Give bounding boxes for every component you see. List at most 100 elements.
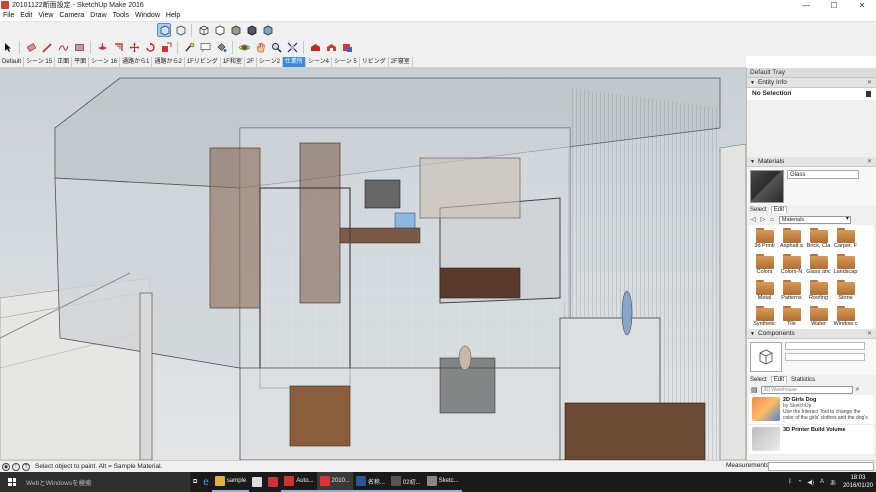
tab-edit[interactable]: Edit: [770, 376, 788, 383]
shaded-textures-style-button[interactable]: [244, 23, 258, 37]
view-options-icon[interactable]: ▤: [751, 386, 758, 394]
scene-tab[interactable]: 1F和室: [221, 56, 245, 67]
material-swatch[interactable]: [750, 170, 784, 203]
entity-info-header[interactable]: ▼ Entity Info ✕: [747, 78, 876, 88]
language-indicator[interactable]: あ: [830, 478, 836, 487]
scene-tab[interactable]: リビング: [360, 56, 389, 67]
material-folder[interactable]: Synthetic: [752, 305, 777, 331]
paint-bucket-icon[interactable]: [214, 40, 228, 54]
component-description-field[interactable]: [785, 353, 865, 361]
extension-warehouse-icon[interactable]: [340, 40, 354, 54]
scene-tab[interactable]: 平面: [72, 56, 90, 67]
zoom-icon[interactable]: [269, 40, 283, 54]
scene-tab[interactable]: 通路から1: [120, 56, 153, 67]
help-icon[interactable]: ?: [22, 462, 30, 471]
material-folder[interactable]: Roofing: [806, 279, 831, 305]
close-icon[interactable]: ✕: [867, 158, 872, 165]
material-folder[interactable]: Brick, Cla: [806, 227, 831, 253]
material-library-select[interactable]: Materials: [778, 215, 851, 224]
taskbar-app-sketch[interactable]: Sketc...: [423, 472, 462, 492]
material-folder[interactable]: Colors-N: [779, 253, 804, 279]
menu-window[interactable]: Window: [132, 12, 163, 19]
scale-icon[interactable]: [159, 40, 173, 54]
tab-statistics[interactable]: Statistics: [791, 377, 815, 383]
credits-icon[interactable]: !: [12, 462, 20, 471]
scene-tab[interactable]: シーン2: [257, 56, 283, 67]
pan-hand-icon[interactable]: [253, 40, 267, 54]
material-name-field[interactable]: Glass: [787, 170, 859, 179]
bluetooth-icon[interactable]: ᛒ: [788, 479, 792, 485]
model-viewport[interactable]: [0, 68, 746, 460]
store-icon[interactable]: [249, 472, 265, 492]
freehand-icon[interactable]: [56, 40, 70, 54]
measurements-input[interactable]: [768, 462, 874, 471]
components-share-icon[interactable]: [324, 40, 338, 54]
search-icon[interactable]: ⌕: [856, 386, 860, 394]
rectangle-icon[interactable]: [72, 40, 86, 54]
material-folder[interactable]: Glass anc: [806, 253, 831, 279]
scene-tab[interactable]: Default: [0, 56, 25, 67]
scene-tab[interactable]: シーン4: [306, 56, 332, 67]
material-folder[interactable]: 3d Printi: [752, 227, 777, 253]
back-edges-style-button[interactable]: [173, 23, 187, 37]
orbit-icon[interactable]: [237, 40, 251, 54]
monochrome-style-button[interactable]: [260, 23, 274, 37]
tab-select[interactable]: Select: [750, 377, 767, 383]
geolocation-icon[interactable]: ◉: [2, 462, 10, 471]
warehouse-icon[interactable]: [308, 40, 322, 54]
scene-tab[interactable]: 1Fリビング: [185, 56, 221, 67]
menu-view[interactable]: View: [35, 12, 56, 19]
scene-tab[interactable]: シーン 5: [332, 56, 360, 67]
pencil-line-icon[interactable]: [40, 40, 54, 54]
menu-edit[interactable]: Edit: [17, 12, 35, 19]
volume-icon[interactable]: ◀): [807, 479, 814, 486]
scene-tab[interactable]: 2F: [245, 56, 257, 67]
scene-tab[interactable]: 通路から2: [152, 56, 185, 67]
menu-draw[interactable]: Draw: [87, 12, 109, 19]
close-button[interactable]: ✕: [848, 0, 876, 10]
network-icon[interactable]: ◔: [798, 479, 802, 485]
task-view-icon[interactable]: ⧉: [190, 472, 200, 492]
material-folder[interactable]: Colors: [752, 253, 777, 279]
components-header[interactable]: ▼ Components ✕: [747, 329, 876, 339]
ime-mode-indicator[interactable]: A: [820, 479, 824, 485]
scene-tab[interactable]: 正面: [55, 56, 73, 67]
menu-tools[interactable]: Tools: [110, 12, 132, 19]
material-folder[interactable]: Metal: [752, 279, 777, 305]
maximize-button[interactable]: ☐: [820, 0, 848, 10]
home-icon[interactable]: ⌂: [770, 217, 774, 223]
material-folder[interactable]: Landscap: [833, 253, 858, 279]
material-folder[interactable]: Window c: [833, 305, 858, 331]
tab-select[interactable]: Select: [750, 207, 767, 213]
material-folder[interactable]: Carpet, F: [833, 227, 858, 253]
component-list-item[interactable]: 3D Printer Build Volume: [749, 425, 874, 455]
component-name-field[interactable]: [785, 342, 865, 350]
taskbar-app-photoshop[interactable]: 名称...: [352, 472, 388, 492]
eraser-icon[interactable]: [24, 40, 38, 54]
material-folder[interactable]: Patterns: [779, 279, 804, 305]
material-folder[interactable]: Water: [806, 305, 831, 331]
taskbar-search[interactable]: WebとWindowsを検索: [0, 472, 190, 492]
taskbar-app-explorer[interactable]: sample: [211, 472, 250, 492]
move-icon[interactable]: [127, 40, 141, 54]
system-clock[interactable]: 18:03 2016/01/20: [843, 474, 873, 490]
shaded-style-button[interactable]: [228, 23, 242, 37]
scene-tab[interactable]: シーン 15: [24, 56, 56, 67]
close-icon[interactable]: ✕: [867, 79, 872, 86]
hidden-line-style-button[interactable]: [212, 23, 226, 37]
tape-measure-icon[interactable]: [182, 40, 196, 54]
tab-edit[interactable]: Edit: [770, 206, 788, 213]
lock-icon[interactable]: [866, 91, 871, 97]
select-arrow-icon[interactable]: [1, 40, 15, 54]
menu-camera[interactable]: Camera: [56, 12, 87, 19]
material-folder[interactable]: Asphalt a: [779, 227, 804, 253]
materials-header[interactable]: ▼ Materials ✕: [747, 157, 876, 167]
wireframe-style-button[interactable]: [196, 23, 210, 37]
xray-style-button[interactable]: [157, 23, 171, 37]
scene-tab-active[interactable]: 仕業所: [282, 56, 306, 67]
taskbar-app-image[interactable]: 02初...: [387, 472, 424, 492]
back-arrow-icon[interactable]: ◁: [751, 216, 756, 223]
close-icon[interactable]: ✕: [867, 330, 872, 337]
component-search-input[interactable]: 3D Warehouse: [760, 385, 853, 394]
minimize-button[interactable]: —: [792, 0, 820, 10]
